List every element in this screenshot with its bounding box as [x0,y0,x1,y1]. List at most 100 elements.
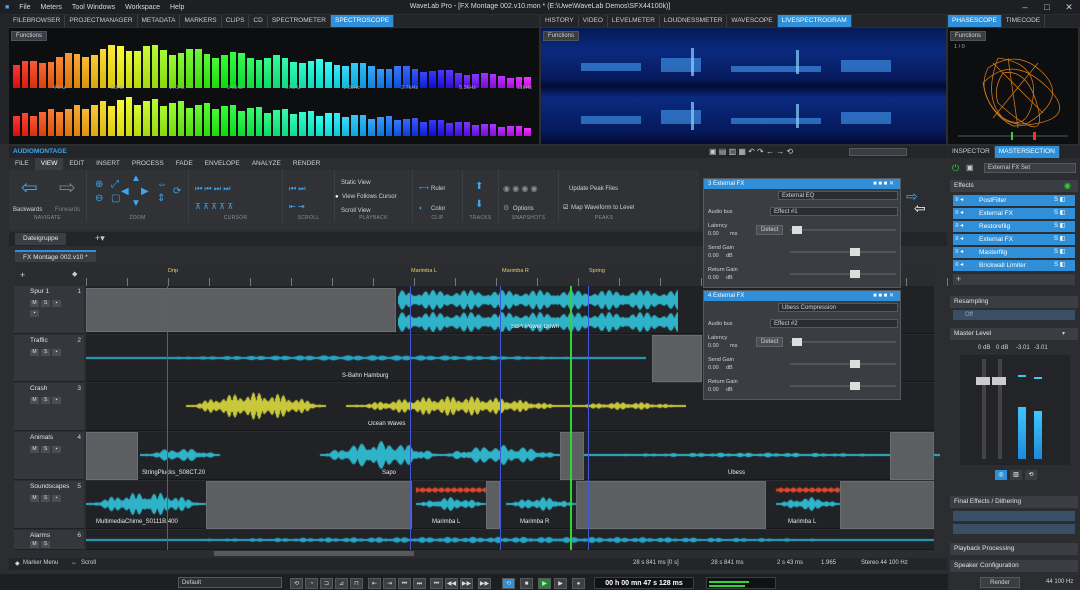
mute-button[interactable]: M [30,397,39,404]
track-header-5[interactable]: Soundscapes 5 M S ▪ [14,481,84,529]
solo-button[interactable]: S [41,446,50,453]
solo-button[interactable]: S [41,495,50,502]
master-level-section-header[interactable]: Master Level [950,328,1078,340]
ribbon-tab-process[interactable]: PROCESS [126,158,170,170]
marker-menu-button[interactable]: Marker Menu [23,560,58,566]
latency-slider[interactable] [790,338,896,346]
master-reset-icon[interactable]: ⟲ [1025,470,1037,480]
horizontal-scrollbar[interactable] [214,551,414,556]
tool-icon[interactable]: ⊓ [350,578,363,589]
minimize-icon[interactable]: – [1014,0,1036,14]
mute-button[interactable]: M [30,446,39,453]
tab-livespectrogram[interactable]: LIVESPECTROGRAM [777,15,852,27]
zoom-h-icon[interactable]: ⇔ [157,180,167,190]
latency-slider[interactable] [790,226,896,234]
maximize-icon[interactable]: □ [1036,0,1058,14]
ruler-button[interactable]: Ruler [431,186,445,192]
effects-section-header[interactable]: Effects [950,180,1078,192]
zoom-left-icon[interactable]: ◀ [121,187,129,197]
tab-clips[interactable]: CLIPS [222,15,250,27]
track-fx-icon[interactable]: ▪ [30,310,39,317]
clip-empty[interactable] [86,432,138,480]
fast-forward-icon[interactable]: ▶▶ [460,578,473,589]
forward-icon[interactable]: ▶▶ [478,578,491,589]
ribbon-tab-envelope[interactable]: ENVELOPE [199,158,246,170]
color-button[interactable]: Color [431,206,445,212]
fx-window-title[interactable]: 4 External FX [704,291,900,301]
tab-spectrometer[interactable]: SPECTROMETER [268,15,331,27]
track-header-2[interactable]: Traffic 2 M S ▪ [14,335,84,382]
ribbon-tab-fade[interactable]: FADE [170,158,199,170]
playback-processing-section-header[interactable]: Playback Processing [950,543,1078,555]
track-option-icon[interactable]: ▪ [52,446,61,453]
add-effect-button[interactable]: + [953,274,1075,285]
go-end-icon[interactable]: ⇥ [383,578,396,589]
tab-loudnessmeter[interactable]: LOUDNESSMETER [660,15,728,27]
return-gain-slider[interactable] [790,270,896,278]
scroll-button[interactable]: Scroll [81,560,96,566]
final-slot-1[interactable] [953,511,1075,521]
power-icon[interactable]: ⏻ [952,163,959,174]
track-header-6[interactable]: Alarms 6 M S [14,530,84,550]
marker-marimba-l[interactable]: Marimba L [411,268,437,274]
map-waveform-checkbox[interactable]: ☑ [563,204,568,211]
solo-button[interactable]: S [41,397,50,404]
clip-empty[interactable] [206,481,412,529]
tab-projectmanager[interactable]: PROJECTMANAGER [65,15,138,27]
prev-marker-icon[interactable]: ⏮ [398,578,411,589]
menu-meters[interactable]: Meters [36,4,67,11]
slot-menu-icon[interactable]: ≡ ◂ [955,261,963,268]
tab-markers[interactable]: MARKERS [180,15,222,27]
punch-icon[interactable]: ⊐ [320,578,333,589]
track-option-icon[interactable]: ▪ [52,495,61,502]
menu-workspace[interactable]: Workspace [120,4,165,11]
tab-spectroscope[interactable]: SPECTROSCOPE [330,15,395,27]
scroll-end-icon[interactable]: ⇤ ⇥ [289,202,305,212]
scroll-start-icon[interactable]: ⏮ ⏭ [289,184,306,194]
master-preset-select[interactable]: External FX Set [984,163,1076,173]
to-start-icon[interactable]: ⏮ [430,578,443,589]
tab-mastersection[interactable]: MASTERSECTION [994,146,1060,158]
track-down-icon[interactable]: ⬇ [475,200,483,210]
loop-icon[interactable]: ⟲ [290,578,303,589]
zoom-down-icon[interactable]: ▼ [131,199,141,209]
tab-history[interactable]: HISTORY [541,15,579,27]
master-mono-icon[interactable]: ▥ [1010,470,1022,480]
speaker-config-section-header[interactable]: Speaker Configuration [950,560,1078,572]
playhead-cursor[interactable] [570,286,572,550]
add-tab-icon[interactable]: +▾ [95,233,105,244]
track-name[interactable]: Crash [30,385,47,392]
tab-cd[interactable]: CD [249,15,268,27]
tab-metadata[interactable]: METADATA [138,15,181,27]
slot-menu-icon[interactable]: ≡ ◂ [955,235,963,242]
slot-menu-icon[interactable]: ≡ ◂ [955,248,963,255]
final-effects-section-header[interactable]: Final Effects / Dithering [950,496,1078,508]
master-level-menu-icon[interactable]: ▾ [1062,330,1065,337]
send-gain-slider[interactable] [790,360,896,368]
tab-wavescope[interactable]: WAVESCOPE [727,15,778,27]
final-slot-2[interactable] [953,524,1075,534]
zoom-in-icon[interactable]: ⊕ [95,180,103,190]
update-peak-files-button[interactable]: Update Peak Files [569,186,618,192]
send-gain-slider[interactable] [790,248,896,256]
tab-levelmeter[interactable]: LEVELMETER [608,15,660,27]
detect-button[interactable]: Detect [756,225,784,235]
track-name[interactable]: Animals [30,434,53,441]
menu-file[interactable]: File [14,4,35,11]
tab-filebrowser[interactable]: FILEBROWSER [9,15,66,27]
cursor-marker-icon[interactable]: ⊼ ⊼ ⊼ ⊼ ⊼ [195,202,233,212]
track-name[interactable]: Soundscapes [30,483,69,490]
clip-empty[interactable] [560,432,584,480]
waveform-alarms[interactable] [86,532,934,548]
slot-solo-bypass-icon[interactable]: S ◧ [1054,235,1065,242]
ribbon-tab-file[interactable]: FILE [9,158,35,170]
time-display[interactable]: 00 h 00 mn 47 s 128 ms [594,577,694,589]
slot-menu-icon[interactable]: ≡ ◂ [955,196,963,203]
clock-icon[interactable]: ◔ [305,578,318,589]
tab-phasescope[interactable]: PHASESCOPE [948,15,1002,27]
forward-arrow-icon[interactable]: ⇨ [59,178,76,198]
track-option-icon[interactable]: ▪ [52,397,61,404]
menu-help[interactable]: Help [165,4,189,11]
track-name[interactable]: Traffic [30,337,48,344]
play-selection-icon[interactable]: ▶ [554,578,567,589]
